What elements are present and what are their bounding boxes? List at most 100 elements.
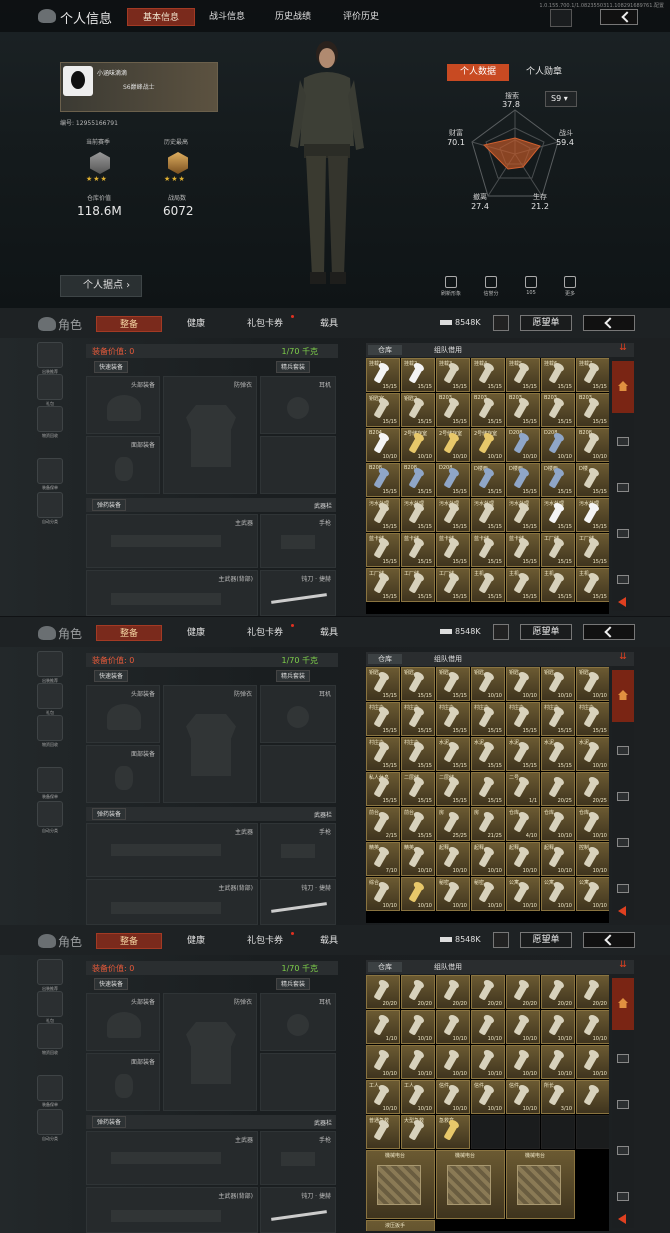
storage-item[interactable]: 工厂储 15/15 (436, 568, 470, 602)
storage-item[interactable]: 村庄办 15/15 (541, 702, 575, 736)
tab-loadout[interactable]: 整备 (96, 933, 162, 949)
storage-item[interactable]: 10/10 (401, 1010, 435, 1044)
storage-item[interactable]: 主机 15/15 (576, 568, 609, 602)
storage-item[interactable]: 村庄办 15/15 (506, 702, 540, 736)
tab-storage[interactable]: 仓库 (368, 345, 402, 355)
collapse-arrow-icon[interactable] (618, 906, 626, 916)
extra-slot[interactable] (260, 436, 336, 494)
side-insurance[interactable]: 装备保单 (36, 1075, 64, 1108)
tab-team-borrow[interactable]: 组队借用 (424, 654, 472, 664)
storage-item[interactable]: 信件 10/10 (506, 1080, 540, 1114)
headset-slot[interactable]: 耳机 (260, 376, 336, 434)
storage-item[interactable]: B203 15/15 (436, 393, 470, 427)
armor-slot[interactable]: 防弹衣 (163, 993, 257, 1111)
primary-weapon-slot[interactable]: 主武器 (86, 514, 258, 568)
storage-item[interactable]: 工厂储 15/15 (541, 533, 575, 567)
storage-item[interactable]: 私人休息15/15 (366, 772, 400, 806)
tab-vehicle[interactable]: 载具 (312, 316, 346, 332)
storage-item[interactable]: 前台 15/15 (401, 807, 435, 841)
side-auto-sort[interactable]: 自动分类 (36, 492, 64, 525)
extra-slot[interactable] (260, 1053, 336, 1111)
melee-slot[interactable]: 钝刀 · 捷赫 (260, 570, 336, 616)
storage-item[interactable]: 污水处理15/15 (576, 498, 609, 532)
storage-item[interactable]: 二层储 15/15 (436, 772, 470, 806)
tab-health[interactable]: 健康 (176, 933, 216, 949)
back-weapon-slot[interactable]: 主武器(背部) (86, 1187, 258, 1233)
ammo-button[interactable]: 弹药装备 (92, 808, 127, 820)
storage-item[interactable]: 综合 10/10 (366, 877, 400, 911)
back-button[interactable] (583, 624, 635, 640)
helmet-slot[interactable]: 头部装备 (86, 376, 160, 434)
face-slot[interactable]: 面部装备 (86, 436, 160, 494)
user-icon[interactable] (493, 932, 509, 948)
storage-item[interactable]: 房 21/25 (471, 807, 505, 841)
side-insurance[interactable]: 装备保单 (36, 458, 64, 491)
storage-item[interactable]: 挂载2 15/15 (401, 358, 435, 392)
storage-item[interactable]: 10/10 (576, 1045, 609, 1079)
tab-gift-cards[interactable]: 礼包卡券 (240, 316, 290, 332)
crate-item[interactable]: 機械电台 (366, 1150, 435, 1219)
collapse-arrow-icon[interactable] (618, 1214, 626, 1224)
player-card[interactable]: 小涵味滴滴 S6巅峰战士 (60, 62, 218, 112)
storage-item[interactable]: B208 15/15 (401, 463, 435, 497)
face-slot[interactable]: 面部装备 (86, 1053, 160, 1111)
side-gift[interactable]: 礼包 (36, 683, 64, 716)
storage-item[interactable]: 20/20 (541, 975, 575, 1009)
storage-item[interactable]: 控制 10/10 (576, 842, 609, 876)
storage-item[interactable]: D208 15/15 (436, 463, 470, 497)
storage-item[interactable]: 2号储存室10/10 (401, 428, 435, 462)
armor-slot[interactable]: 防弹衣 (163, 685, 257, 803)
storage-item[interactable]: B203 15/15 (506, 393, 540, 427)
storage-item[interactable]: B203 15/15 (471, 393, 505, 427)
storage-item[interactable]: 15/15 (471, 772, 505, 806)
storage-item[interactable]: 起释 10/10 (506, 842, 540, 876)
side-auto-sort[interactable]: 自动分类 (36, 801, 64, 834)
side-loadout-recommend[interactable]: 出装推荐 (36, 959, 64, 992)
home-icon[interactable] (612, 978, 634, 1030)
storage-item[interactable]: 信件 10/10 (436, 1080, 470, 1114)
face-slot[interactable]: 面部装备 (86, 745, 160, 803)
storage-item[interactable]: 精英 7/10 (366, 842, 400, 876)
storage-item[interactable]: 仓库 10/10 (541, 807, 575, 841)
tab-medals[interactable]: 个人勋章 (513, 64, 575, 81)
tab-team-borrow[interactable]: 组队借用 (424, 962, 472, 972)
side-gift[interactable]: 礼包 (36, 991, 64, 1024)
ammo-button[interactable]: 弹药装备 (92, 1116, 127, 1128)
storage-item[interactable]: 房 25/25 (436, 807, 470, 841)
tab-storage[interactable]: 仓库 (368, 962, 402, 972)
storage-item[interactable]: 20/25 (576, 772, 609, 806)
storage-item[interactable]: 精英 10/10 (401, 842, 435, 876)
crate-item[interactable]: 機械电台 (506, 1150, 575, 1219)
storage-item[interactable]: D208 10/10 (506, 428, 540, 462)
storage-item[interactable]: 20/20 (576, 975, 609, 1009)
storage-box-icon[interactable] (617, 792, 629, 801)
side-recycle[interactable]: 物资回收 (36, 715, 64, 748)
storage-item[interactable]: 起释 10/10 (436, 842, 470, 876)
elite-set-button[interactable]: 精兵套装 (276, 361, 311, 373)
storage-item[interactable]: 10/10 (541, 1010, 575, 1044)
storage-item[interactable]: 主机 15/15 (541, 568, 575, 602)
helmet-slot[interactable]: 头部装备 (86, 685, 160, 743)
user-icon[interactable] (493, 315, 509, 331)
storage-item[interactable]: 村庄办 15/15 (366, 702, 400, 736)
storage-item[interactable]: 钥匙 10/10 (471, 667, 505, 701)
storage-item[interactable]: 挂载7 15/15 (576, 358, 609, 392)
storage-box-icon[interactable] (617, 1192, 629, 1201)
storage-item[interactable]: 工人 10/10 (366, 1080, 400, 1114)
storage-item[interactable]: B208 15/15 (366, 463, 400, 497)
storage-item[interactable]: 20/20 (471, 975, 505, 1009)
storage-item[interactable]: 二号 1/1 (506, 772, 540, 806)
storage-item[interactable]: 挂载3 15/15 (436, 358, 470, 392)
sort-icon[interactable]: ⇊ (612, 652, 634, 666)
primary-weapon-slot[interactable]: 主武器 (86, 1131, 258, 1185)
storage-item[interactable]: 大型急救 (401, 1115, 435, 1149)
home-icon[interactable] (612, 670, 634, 722)
storage-item[interactable]: 1/10 (366, 1010, 400, 1044)
storage-item[interactable]: 工人 10/10 (401, 1080, 435, 1114)
storage-item[interactable]: 污水处理15/15 (436, 498, 470, 532)
back-weapon-slot[interactable]: 主武器(背部) (86, 570, 258, 616)
side-insurance[interactable]: 装备保单 (36, 767, 64, 800)
storage-box-icon[interactable] (617, 838, 629, 847)
crate-item[interactable]: 液压扳手 (366, 1220, 435, 1231)
wishlist-button[interactable]: 愿望单 (520, 315, 572, 331)
